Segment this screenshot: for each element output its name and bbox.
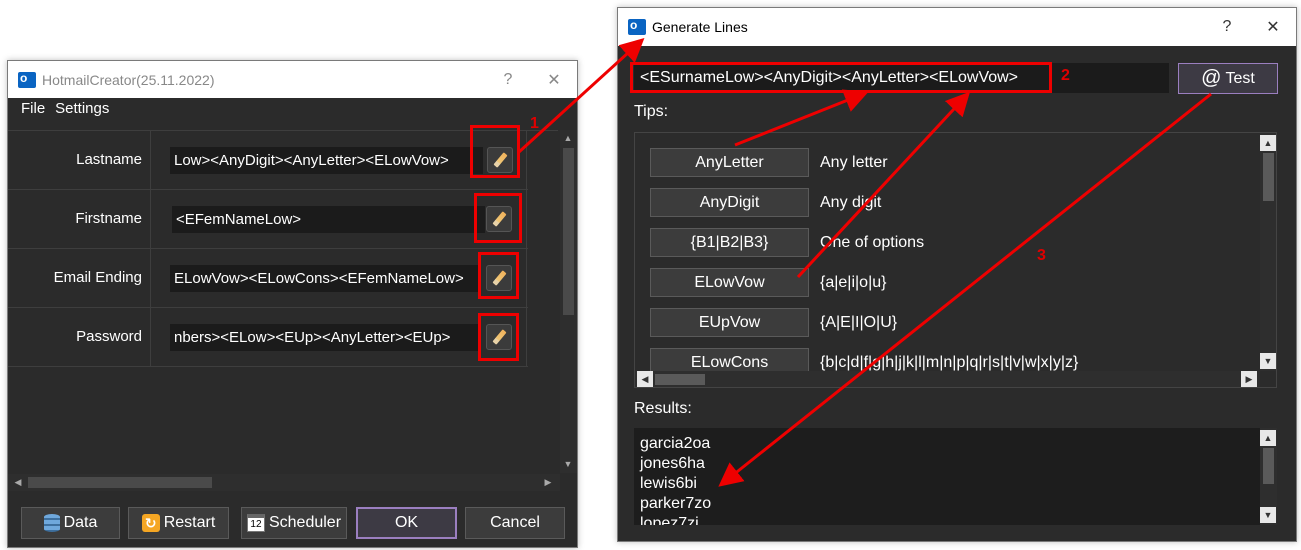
annotation-number-1: 1 bbox=[530, 115, 539, 132]
scroll-down-arrow[interactable]: ▼ bbox=[1260, 353, 1276, 369]
row-firstname: Firstname <EFemNameLow> bbox=[8, 190, 528, 249]
scroll-right-arrow[interactable]: ▶ bbox=[1241, 371, 1257, 387]
help-button[interactable]: ? bbox=[485, 71, 531, 89]
tip-button-anydigit[interactable]: AnyDigit bbox=[650, 188, 809, 217]
menu-settings[interactable]: Settings bbox=[53, 98, 117, 124]
tips-list: AnyLetter Any letter AnyDigit Any digit … bbox=[635, 133, 1261, 371]
result-item: parker7zo bbox=[640, 495, 712, 512]
tip-desc-anydigit: Any digit bbox=[820, 194, 882, 211]
calendar-icon: 12 bbox=[246, 514, 265, 532]
title-bar[interactable]: HotmailCreator(25.11.2022) ? ✕ bbox=[8, 61, 577, 98]
results-label: Results: bbox=[634, 400, 692, 417]
tip-desc-elowcons: {b|c|d|f|g|h|j|k|l|m|n|p|q|r|s|t|v|w|x|y… bbox=[820, 354, 1079, 371]
results-list[interactable]: garcia2oa jones6ha lewis6bi parker7zo lo… bbox=[634, 428, 1260, 525]
close-button[interactable]: ✕ bbox=[1250, 17, 1296, 37]
row-password: Password nbers><ELow><EUp><AnyLetter><EU… bbox=[8, 308, 528, 367]
results-vertical-scrollbar[interactable]: ▲ ▼ bbox=[1260, 428, 1277, 525]
result-item: lewis6bi bbox=[640, 475, 697, 492]
close-button[interactable]: ✕ bbox=[531, 70, 577, 90]
outlook-app-icon bbox=[628, 18, 646, 35]
firstname-label: Firstname bbox=[8, 190, 151, 248]
test-button[interactable]: @ Test bbox=[1178, 63, 1278, 94]
highlight-box-email-ending bbox=[478, 252, 519, 299]
ok-button-label: OK bbox=[394, 514, 419, 531]
result-item: garcia2oa bbox=[640, 435, 711, 452]
cancel-button-label: Cancel bbox=[490, 514, 540, 531]
row-lastname: Lastname Low><AnyDigit><AnyLetter><ELowV… bbox=[8, 131, 528, 190]
form-area: Lastname Low><AnyDigit><AnyLetter><ELowV… bbox=[8, 130, 558, 479]
scroll-thumb[interactable] bbox=[1263, 153, 1274, 201]
row-email-ending: Email Ending ELowVow><ELowCons><EFemName… bbox=[8, 249, 528, 308]
scheduler-button[interactable]: 12 Scheduler bbox=[241, 507, 347, 539]
result-item: jones6ha bbox=[640, 455, 705, 472]
scheduler-button-label: Scheduler bbox=[268, 514, 342, 531]
tip-desc-options: One of options bbox=[820, 234, 925, 251]
menu-bar: File Settings bbox=[8, 98, 577, 124]
window-title: HotmailCreator(25.11.2022) bbox=[42, 71, 215, 88]
scroll-up-arrow[interactable]: ▲ bbox=[1260, 430, 1276, 446]
tip-desc-elowvow: {a|e|i|o|u} bbox=[820, 274, 887, 291]
restart-icon: ↻ bbox=[141, 514, 160, 532]
menu-file[interactable]: File bbox=[8, 98, 53, 124]
tip-button-eupvow[interactable]: EUpVow bbox=[650, 308, 809, 337]
h-scroll-thumb[interactable] bbox=[655, 374, 705, 385]
at-icon: @ bbox=[1201, 67, 1222, 89]
tip-desc-anyletter: Any letter bbox=[820, 154, 888, 171]
scroll-thumb[interactable] bbox=[1263, 448, 1274, 484]
scroll-left-arrow[interactable]: ◀ bbox=[10, 474, 26, 490]
highlight-box-lastname bbox=[470, 125, 520, 178]
data-button[interactable]: Data bbox=[21, 507, 120, 539]
tips-label: Tips: bbox=[634, 103, 669, 120]
tips-horizontal-scrollbar[interactable]: ◀ ▶ bbox=[635, 371, 1260, 387]
tip-button-options[interactable]: {B1|B2|B3} bbox=[650, 228, 809, 257]
scroll-down-arrow[interactable]: ▼ bbox=[1260, 507, 1276, 523]
highlight-box-firstname bbox=[474, 193, 522, 243]
tips-vertical-scrollbar[interactable]: ▲ ▼ bbox=[1260, 133, 1276, 371]
help-button[interactable]: ? bbox=[1204, 18, 1250, 36]
database-icon bbox=[43, 514, 60, 532]
restart-button[interactable]: ↻ Restart bbox=[128, 507, 229, 539]
data-button-label: Data bbox=[63, 514, 98, 531]
test-button-label: Test bbox=[1225, 69, 1255, 87]
tips-panel: AnyLetter Any letter AnyDigit Any digit … bbox=[634, 132, 1277, 388]
outlook-app-icon bbox=[18, 71, 36, 88]
vertical-scrollbar[interactable]: ▲ ▼ bbox=[560, 130, 577, 473]
column-divider bbox=[526, 131, 527, 367]
scroll-up-arrow[interactable]: ▲ bbox=[1260, 135, 1276, 151]
tip-button-anyletter[interactable]: AnyLetter bbox=[650, 148, 809, 177]
annotation-number-3: 3 bbox=[1037, 247, 1046, 264]
highlight-box-password bbox=[478, 313, 519, 361]
password-field[interactable]: nbers><ELow><EUp><AnyLetter><EUp> bbox=[170, 324, 481, 351]
scroll-right-arrow[interactable]: ▶ bbox=[540, 474, 556, 490]
horizontal-scrollbar[interactable]: ◀ ▶ bbox=[8, 474, 560, 491]
ok-button[interactable]: OK bbox=[356, 507, 457, 539]
tip-desc-eupvow: {A|E|I|O|U} bbox=[820, 314, 898, 331]
email-ending-label: Email Ending bbox=[8, 249, 151, 307]
tip-button-elowvow[interactable]: ELowVow bbox=[650, 268, 809, 297]
scroll-left-arrow[interactable]: ◀ bbox=[637, 371, 653, 387]
cancel-button[interactable]: Cancel bbox=[465, 507, 565, 539]
scroll-up-arrow[interactable]: ▲ bbox=[560, 130, 576, 146]
password-label: Password bbox=[8, 308, 151, 366]
annotation-number-2: 2 bbox=[1061, 67, 1070, 84]
firstname-field[interactable]: <EFemNameLow> bbox=[172, 206, 485, 233]
scroll-down-arrow[interactable]: ▼ bbox=[560, 456, 576, 472]
window-title: Generate Lines bbox=[652, 19, 748, 35]
h-scroll-thumb[interactable] bbox=[28, 477, 212, 488]
email-ending-field[interactable]: ELowVow><ELowCons><EFemNameLow> bbox=[170, 265, 481, 292]
highlight-box-pattern bbox=[630, 62, 1052, 93]
result-item: lopez7zi bbox=[640, 515, 699, 525]
scroll-thumb[interactable] bbox=[563, 148, 574, 315]
title-bar[interactable]: Generate Lines ? ✕ bbox=[618, 8, 1296, 46]
lastname-field[interactable]: Low><AnyDigit><AnyLetter><ELowVow> bbox=[170, 147, 483, 174]
tip-button-elowcons[interactable]: ELowCons bbox=[650, 348, 809, 371]
lastname-label: Lastname bbox=[8, 131, 151, 189]
restart-button-label: Restart bbox=[163, 514, 216, 531]
